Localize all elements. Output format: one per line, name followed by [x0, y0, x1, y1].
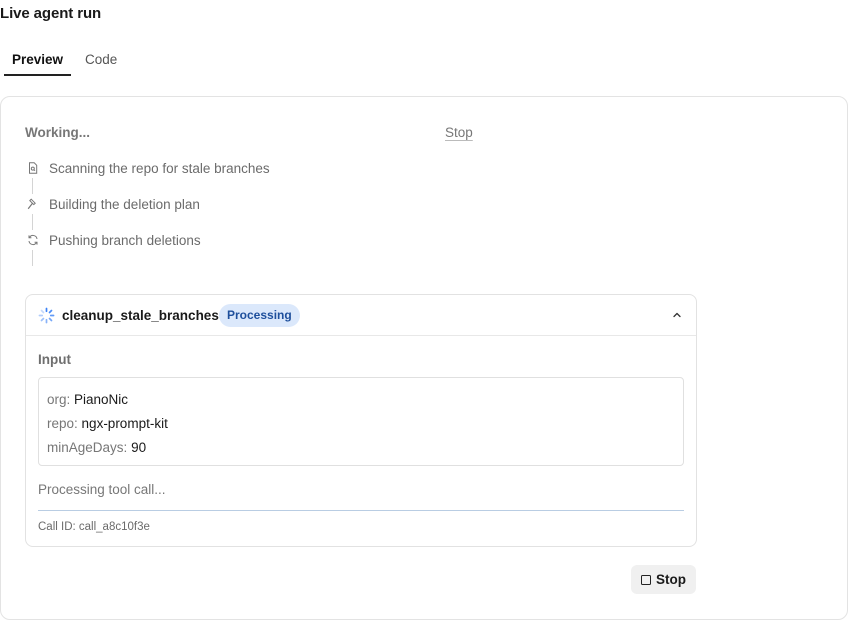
step-item: Pushing branch deletions [25, 232, 425, 268]
page-title: Live agent run [0, 5, 102, 22]
input-key: org: [47, 392, 71, 407]
input-value: 90 [131, 440, 147, 455]
step-label: Building the deletion plan [49, 197, 200, 212]
tab-code[interactable]: Code [77, 46, 125, 76]
stop-button-label: Stop [656, 572, 686, 587]
input-value: ngx-prompt-kit [81, 416, 168, 431]
tab-preview[interactable]: Preview [4, 46, 72, 76]
step-list: Scanning the repo for stale branches Bui… [25, 160, 425, 268]
step-label: Pushing branch deletions [49, 233, 201, 248]
hammer-icon [27, 198, 39, 210]
step-connector [32, 250, 33, 266]
input-key: minAgeDays: [47, 440, 128, 455]
input-value: PianoNic [74, 392, 129, 407]
stop-link[interactable]: Stop [445, 125, 473, 140]
tool-call-card: cleanup_stale_branches Processing Input … [25, 294, 697, 547]
chevron-up-icon[interactable] [671, 309, 683, 321]
progress-divider [38, 510, 684, 511]
stop-square-icon [641, 574, 651, 585]
input-row-org: org: PianoNic [47, 388, 675, 412]
tab-bar: Preview Code [4, 46, 125, 76]
spinner-icon [38, 307, 55, 324]
step-label: Scanning the repo for stale branches [49, 161, 270, 176]
working-status: Working... [25, 125, 91, 140]
step-connector [32, 178, 33, 194]
status-badge: Processing [219, 304, 300, 327]
input-row-repo: repo: ngx-prompt-kit [47, 412, 675, 436]
input-box: org: PianoNic repo: ngx-prompt-kit minAg… [38, 377, 684, 466]
processing-text: Processing tool call... [38, 482, 166, 497]
tool-name: cleanup_stale_branches [62, 308, 219, 323]
status-row: Working... Stop [25, 125, 473, 143]
refresh-icon [27, 234, 39, 246]
call-id: Call ID: call_a8c10f3e [38, 521, 150, 533]
step-connector [32, 214, 33, 230]
stop-button[interactable]: Stop [631, 565, 696, 594]
input-key: repo: [47, 416, 78, 431]
document-search-icon [27, 162, 39, 174]
step-item: Scanning the repo for stale branches [25, 160, 425, 196]
input-heading: Input [38, 352, 71, 367]
step-item: Building the deletion plan [25, 196, 425, 232]
tool-call-header[interactable]: cleanup_stale_branches Processing [26, 295, 696, 336]
input-row-min-age-days: minAgeDays: 90 [47, 436, 675, 460]
